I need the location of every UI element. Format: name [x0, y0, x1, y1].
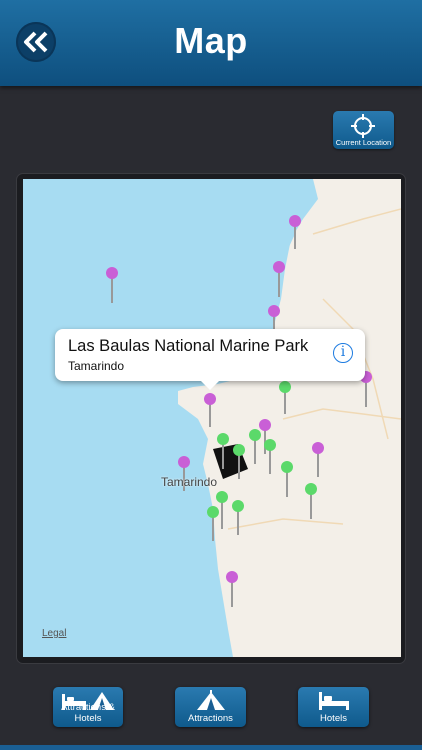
callout-title: Las Baulas National Marine Park [68, 337, 309, 355]
info-icon[interactable]: i [333, 343, 353, 363]
legal-link[interactable]: Legal [42, 628, 66, 639]
crosshair-icon [351, 114, 375, 138]
page-title: Map [174, 20, 248, 61]
map-land [106, 179, 401, 657]
tab-label: Hotels [320, 713, 347, 724]
tent-icon [196, 690, 225, 710]
header-bar: Map [0, 0, 422, 86]
current-location-label: Current Location [335, 138, 392, 147]
bottom-toolbar: Attractions & Hotels Attractions Hotels [0, 677, 422, 750]
tab-attractions[interactable]: Attractions [175, 687, 246, 727]
tab-hotels[interactable]: Hotels [298, 687, 369, 727]
bottom-edge [0, 745, 422, 750]
map-view[interactable]: Tamarindo Legal [23, 179, 401, 657]
tab-attractions-hotels[interactable]: Attractions & Hotels [53, 687, 123, 727]
current-location-button[interactable]: Current Location [333, 111, 394, 149]
callout-subtitle: Tamarindo [68, 359, 125, 373]
tab-label: Attractions & Hotels [61, 702, 115, 724]
map-callout[interactable]: Las Baulas National Marine Park Tamarind… [55, 329, 365, 390]
town-label: Tamarindo [161, 475, 218, 489]
tab-label: Attractions [188, 713, 233, 724]
map-pin[interactable] [106, 267, 118, 303]
bed-icon [318, 692, 349, 710]
